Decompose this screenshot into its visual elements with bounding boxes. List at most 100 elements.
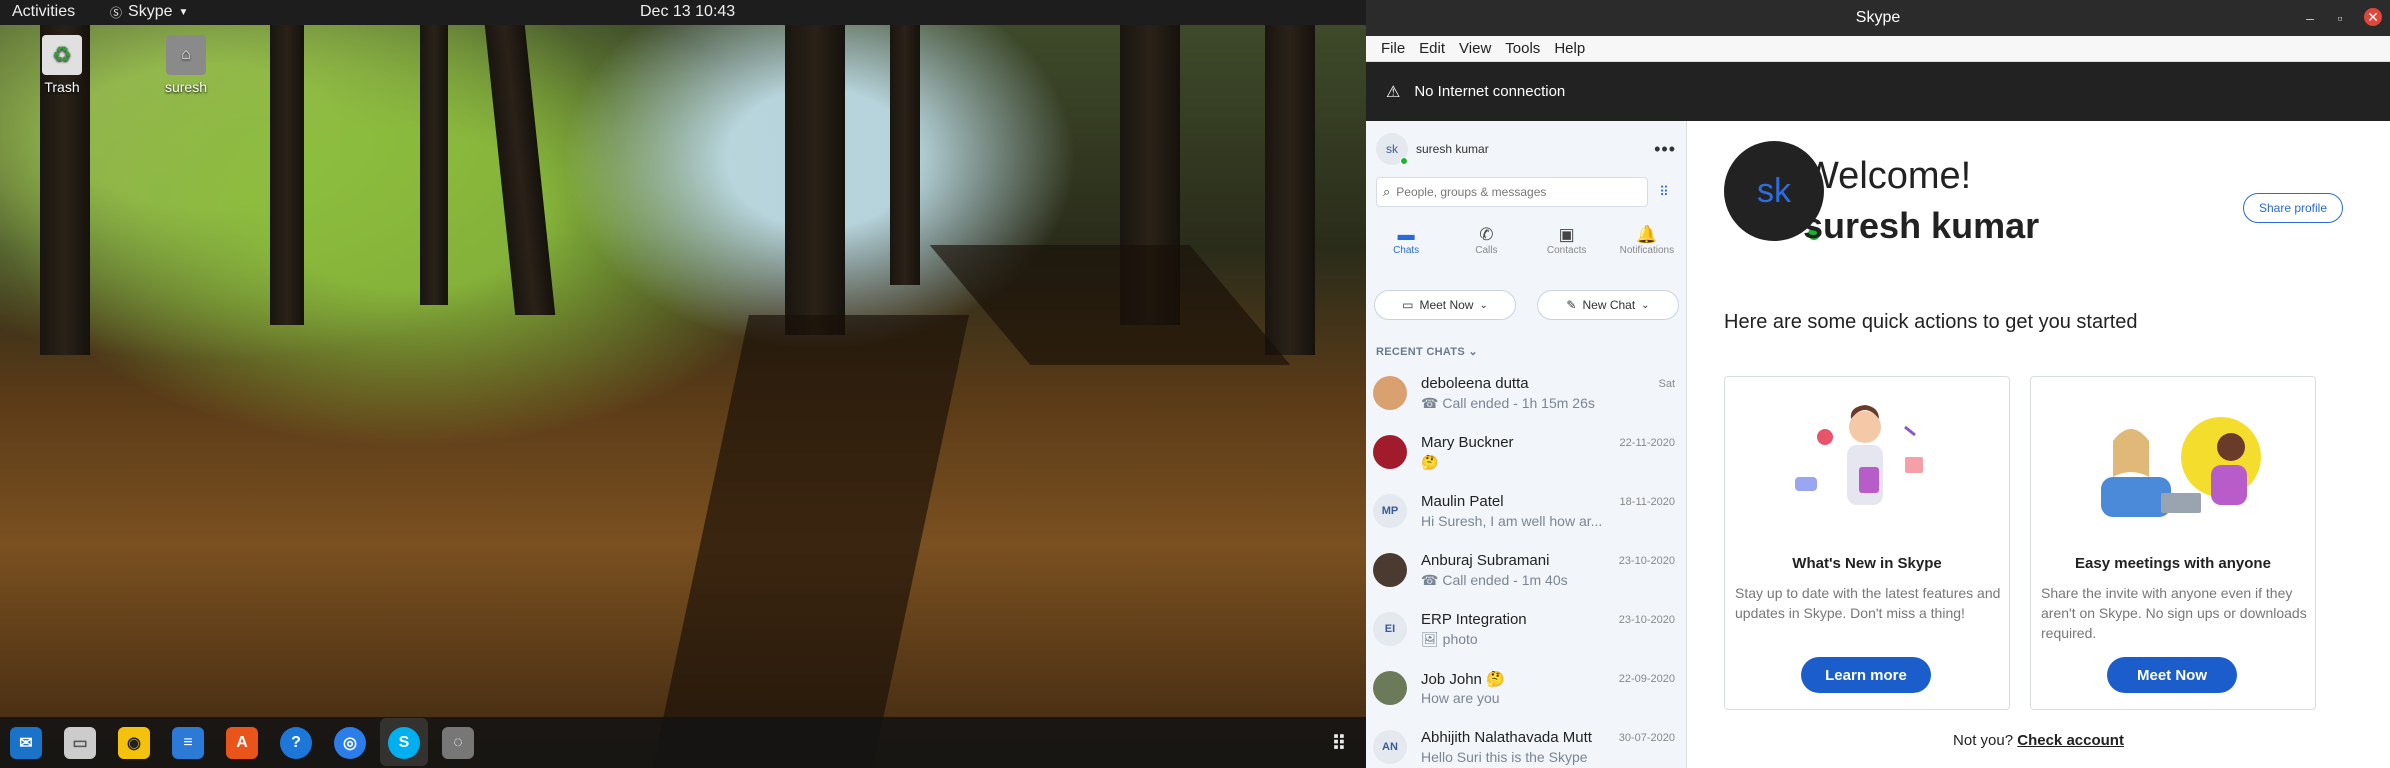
video-icon: ▭: [1402, 298, 1414, 312]
share-profile-button[interactable]: Share profile: [2243, 193, 2343, 223]
list-item[interactable]: AN Abhijith Nalathavada Mutt Hello Suri …: [1366, 721, 1686, 768]
desktop-icon-home[interactable]: ⌂ suresh: [146, 35, 226, 95]
chat-name: Anburaj Subramani: [1421, 552, 1550, 569]
software-center-icon[interactable]: A: [226, 727, 258, 759]
menu-view[interactable]: View: [1452, 36, 1498, 61]
app-menu-label: Skype: [128, 3, 173, 20]
tree-trunk: [785, 25, 845, 335]
nav-tabs: ▬ Chats ✆ Calls ▣ Contacts 🔔 Notificatio…: [1366, 221, 1686, 267]
learn-more-button[interactable]: Learn more: [1801, 657, 1931, 693]
thunderbird-icon[interactable]: ✉: [10, 727, 42, 759]
chat-message: 🤔: [1421, 454, 1439, 470]
phone-icon: ✆: [1479, 225, 1494, 244]
tab-chats[interactable]: ▬ Chats: [1366, 221, 1446, 267]
list-item[interactable]: Job John 🤔 How are you 22-09-2020: [1366, 662, 1686, 721]
compose-icon: ✎: [1566, 298, 1577, 312]
more-options-icon[interactable]: •••: [1654, 139, 1676, 160]
banner-text: No Internet connection: [1414, 83, 1566, 100]
chat-name: Abhijith Nalathavada Mutt: [1421, 729, 1592, 746]
chevron-down-icon: ⌄: [1641, 299, 1650, 311]
avatar: EI: [1373, 612, 1407, 646]
app-menu[interactable]: Ⓢ Skype ▼: [110, 3, 188, 21]
menu-file[interactable]: File: [1374, 36, 1412, 61]
files-icon[interactable]: ▭: [64, 727, 96, 759]
tree-trunk: [270, 25, 304, 325]
check-account-link[interactable]: Check account: [2017, 732, 2124, 749]
meet-now-button[interactable]: ▭ Meet Now ⌄: [1374, 290, 1516, 320]
list-item[interactable]: Anburaj Subramani ☎ Call ended - 1m 40s …: [1366, 544, 1686, 603]
chat-preview: ☎ Call ended - 1m 40s: [1421, 572, 1611, 589]
avatar: MP: [1373, 494, 1407, 528]
meet-now-card-button[interactable]: Meet Now: [2107, 657, 2237, 693]
dialpad-icon[interactable]: ⠿: [1649, 177, 1679, 207]
desktop-icon-trash[interactable]: ♻ Trash: [22, 35, 102, 95]
close-icon[interactable]: ✕: [2364, 8, 2382, 26]
search-input[interactable]: ⌕ People, groups & messages: [1376, 177, 1648, 207]
call-ended-icon: ☎: [1421, 395, 1443, 411]
tree-trunk: [1265, 25, 1315, 355]
meet-now-label: Meet Now: [1419, 298, 1474, 312]
chat-list: deboleena dutta ☎ Call ended - 1h 15m 26…: [1366, 367, 1686, 768]
search-placeholder: People, groups & messages: [1396, 185, 1547, 199]
tree-shadow: [929, 245, 1291, 365]
list-item[interactable]: deboleena dutta ☎ Call ended - 1h 15m 26…: [1366, 367, 1686, 426]
image-icon: 🖼: [1421, 631, 1443, 647]
list-item[interactable]: MP Maulin Patel Hi Suresh, I am well how…: [1366, 485, 1686, 544]
tree-trunk: [484, 25, 556, 315]
chat-name: deboleena dutta: [1421, 375, 1529, 392]
new-chat-button[interactable]: ✎ New Chat ⌄: [1537, 290, 1679, 320]
contacts-icon: ▣: [1558, 225, 1575, 244]
chat-preview: ☎ Call ended - 1h 15m 26s: [1421, 395, 1611, 412]
tab-contacts[interactable]: ▣ Contacts: [1527, 221, 1607, 267]
menu-edit[interactable]: Edit: [1412, 36, 1452, 61]
chat-message: How are you: [1421, 690, 1500, 706]
profile-name: suresh kumar: [1416, 142, 1489, 156]
menu-tools[interactable]: Tools: [1498, 36, 1547, 61]
tab-label: Chats: [1393, 245, 1420, 256]
chrome-icon[interactable]: ◎: [334, 727, 366, 759]
chat-name: ERP Integration: [1421, 611, 1527, 628]
skype-window: Skype – ▫ ✕ File Edit View Tools Help ⚠ …: [1366, 0, 2390, 768]
rhythmbox-icon[interactable]: ◉: [118, 727, 150, 759]
dvd-icon[interactable]: ◌: [442, 727, 474, 759]
avatar: [1373, 553, 1407, 587]
show-applications-icon[interactable]: ⠿: [1323, 727, 1355, 759]
skype-dock-icon[interactable]: S: [388, 727, 420, 759]
tab-notifications[interactable]: 🔔 Notifications: [1607, 221, 1686, 267]
chat-preview: 🖼 photo: [1421, 631, 1611, 648]
minimize-icon[interactable]: –: [2300, 8, 2320, 28]
activities-button[interactable]: Activities: [12, 3, 75, 21]
chat-message: Call ended - 1m 40s: [1442, 572, 1568, 588]
profile-row[interactable]: sk suresh kumar •••: [1376, 131, 1676, 167]
avatar[interactable]: sk: [1376, 133, 1408, 165]
warning-icon: ⚠: [1386, 83, 1401, 101]
online-status-icon: [1400, 157, 1408, 165]
recent-chats-header[interactable]: RECENT CHATS ⌄: [1376, 345, 1478, 358]
tab-label: Notifications: [1619, 245, 1675, 256]
desktop-wallpaper: ♻ Trash ⌂ suresh ✉ ▭ ◉ ≡ A ? ◎ S ◌ ⠿: [0, 25, 1366, 768]
chevron-down-icon: ▼: [178, 6, 189, 18]
window-titlebar[interactable]: Skype – ▫ ✕: [1366, 0, 2390, 36]
skype-small-icon: Ⓢ: [110, 5, 123, 20]
help-icon[interactable]: ?: [280, 727, 312, 759]
writer-icon[interactable]: ≡: [172, 727, 204, 759]
chat-name: Maulin Patel: [1421, 493, 1504, 510]
home-folder-icon: ⌂: [166, 35, 206, 75]
chat-date: 23-10-2020: [1618, 555, 1675, 567]
tree-shadow: [651, 315, 969, 768]
avatar-initials: sk: [1386, 142, 1398, 156]
menu-help[interactable]: Help: [1547, 36, 1592, 61]
card-title: Easy meetings with anyone: [2075, 555, 2271, 572]
easy-meetings-card: Easy meetings with anyone Share the invi…: [2030, 376, 2316, 710]
not-you-row: Not you? Check account: [1687, 732, 2390, 749]
avatar: [1373, 376, 1407, 410]
list-item[interactable]: EI ERP Integration 🖼 photo 23-10-2020: [1366, 603, 1686, 662]
search-icon: ⌕: [1383, 184, 1391, 199]
maximize-icon[interactable]: ▫: [2330, 8, 2350, 28]
list-item[interactable]: Mary Buckner 🤔 22-11-2020: [1366, 426, 1686, 485]
chat-message: Hello Suri this is the Skype: [1421, 749, 1588, 765]
tab-calls[interactable]: ✆ Calls: [1446, 221, 1526, 267]
chat-message: photo: [1442, 631, 1478, 647]
clock[interactable]: Dec 13 10:43: [640, 3, 735, 21]
chat-icon: ▬: [1397, 225, 1415, 244]
